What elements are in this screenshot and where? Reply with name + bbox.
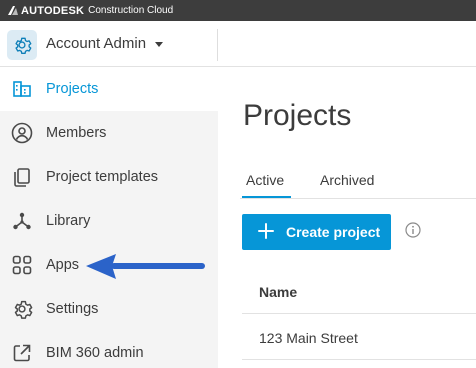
- sidebar: Projects Members Project templates Libra…: [0, 67, 218, 368]
- page-title: Projects: [243, 99, 352, 132]
- account-gear-icon[interactable]: [7, 30, 37, 60]
- tab-archived[interactable]: Archived: [320, 172, 374, 198]
- sidebar-item-label: Apps: [46, 257, 80, 273]
- sidebar-item-library[interactable]: Library: [0, 199, 218, 243]
- building-icon: [11, 78, 33, 100]
- main-content: Projects Active Archived Create project …: [218, 67, 476, 368]
- sidebar-item-label: BIM 360 admin: [46, 345, 144, 361]
- sidebar-item-label: Members: [46, 125, 107, 141]
- header-divider: [217, 29, 218, 61]
- sidebar-item-label: Projects: [46, 81, 99, 97]
- network-icon: [11, 210, 33, 232]
- sidebar-item-projects[interactable]: Projects: [0, 67, 218, 111]
- sidebar-item-bim360-admin[interactable]: BIM 360 admin: [0, 331, 218, 368]
- copy-document-icon: [11, 166, 33, 188]
- chevron-down-icon[interactable]: [155, 42, 163, 47]
- tabs-divider: [240, 198, 476, 199]
- project-name-cell[interactable]: 123 Main Street: [259, 330, 358, 346]
- sidebar-item-members[interactable]: Members: [0, 111, 218, 155]
- create-project-button[interactable]: Create project: [242, 214, 391, 250]
- product-name: Construction Cloud: [88, 5, 174, 16]
- gear-icon: [15, 37, 32, 54]
- account-title[interactable]: Account Admin: [46, 35, 146, 52]
- plus-icon: [258, 223, 274, 239]
- brand-name: AUTODESK: [21, 4, 85, 17]
- external-link-icon: [11, 342, 33, 364]
- account-header: Account Admin: [0, 21, 476, 67]
- top-bar: AUTODESK Construction Cloud: [0, 0, 476, 21]
- tab-active[interactable]: Active: [246, 172, 284, 198]
- table-row[interactable]: 123 Main Street: [242, 314, 476, 360]
- sidebar-item-label: Settings: [46, 301, 99, 317]
- sidebar-item-project-templates[interactable]: Project templates: [0, 155, 218, 199]
- info-icon[interactable]: [405, 222, 421, 238]
- grid-four-icon: [11, 254, 33, 276]
- create-project-label: Create project: [286, 224, 381, 240]
- annotation-arrow: [86, 254, 205, 279]
- sidebar-item-label: Library: [46, 213, 91, 229]
- person-circle-icon: [11, 122, 33, 144]
- sidebar-item-settings[interactable]: Settings: [0, 287, 218, 331]
- gear-icon: [11, 298, 33, 320]
- column-header-name[interactable]: Name: [259, 284, 297, 300]
- sidebar-item-label: Project templates: [46, 169, 159, 185]
- table-header: Name: [242, 268, 476, 314]
- autodesk-logo-icon: [8, 5, 18, 15]
